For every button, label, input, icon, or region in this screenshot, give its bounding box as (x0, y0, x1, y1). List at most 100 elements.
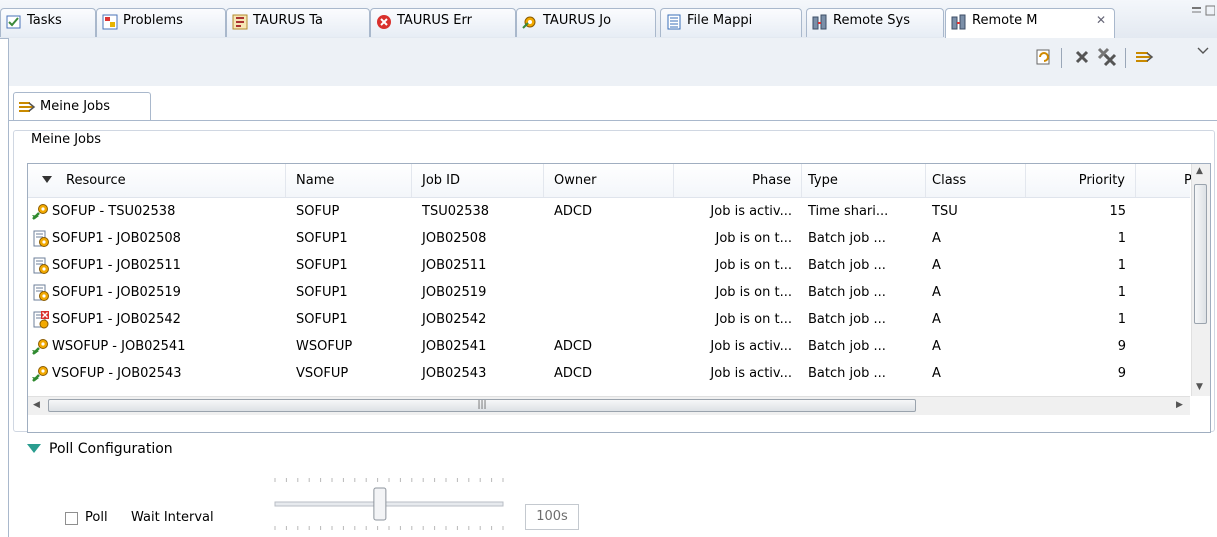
tab-taurus-jobs[interactable]: TAURUS Jo (516, 8, 656, 37)
cell-phase: Job is activ... (710, 339, 792, 354)
table-row[interactable]: SOFUP1 - JOB02542 SOFUP1 JOB02542 Job is on… (28, 306, 1190, 333)
slider-thumb[interactable] (373, 487, 387, 521)
poll-checkbox[interactable] (65, 512, 78, 525)
horizontal-scroll-thumb[interactable]: ||| (48, 399, 916, 412)
wait-interval-label: Wait Interval (131, 510, 214, 525)
tab-taurus-tasks[interactable]: TAURUS Ta (226, 8, 370, 37)
minimize-maximize-controls[interactable] (1189, 3, 1216, 19)
column-header-label: Type (808, 173, 838, 188)
cell-class: A (932, 339, 941, 354)
cell-owner (544, 279, 674, 306)
tab-remote-monitor[interactable]: Remote M ✕ (945, 8, 1115, 38)
table-row[interactable]: SOFUP1 - JOB02511 SOFUP1 JOB02511 Job is on… (28, 252, 1190, 279)
column-header-p[interactable]: P (1136, 164, 1196, 197)
poll-configuration-section[interactable]: Poll Configuration (27, 441, 173, 457)
view-content: Meine Jobs Meine Jobs Resource Name Job … (8, 86, 1217, 537)
cell-name: SOFUP1 (296, 312, 348, 327)
column-header-type[interactable]: Type (802, 164, 926, 197)
cell-resource: SOFUP1 - JOB02511 (28, 252, 286, 279)
cell-name: WSOFUP (296, 339, 353, 354)
scroll-down-icon[interactable]: ▼ (1196, 382, 1203, 392)
table-row[interactable]: SOFUP - TSU02538 SOFUP TSU02538 ADCD Job is … (28, 198, 1190, 225)
cell-owner (544, 306, 674, 333)
cell-text: SOFUP1 - JOB02542 (52, 312, 181, 327)
table-row[interactable]: SOFUP1 - JOB02508 SOFUP1 JOB02508 Job is on… (28, 225, 1190, 252)
divider (9, 120, 1217, 121)
cell-priority: 1 (1117, 285, 1126, 300)
cell-name: SOFUP1 (296, 285, 348, 300)
job-error-icon (32, 310, 50, 329)
cell-job-id: JOB02543 (422, 366, 487, 381)
tab-tasks[interactable]: Tasks (0, 8, 96, 37)
job-queued-icon (32, 230, 50, 248)
cell-phase: Job is on t... (715, 258, 792, 273)
taurus-errors-icon (375, 13, 393, 31)
column-header-resource[interactable]: Resource (28, 164, 286, 197)
table-body: SOFUP - TSU02538 SOFUP TSU02538 ADCD Job is … (28, 198, 1190, 396)
column-header-priority[interactable]: Priority (1026, 164, 1136, 197)
cell-text: SOFUP1 - JOB02508 (52, 231, 181, 246)
cell-name: SOFUP1 (296, 231, 348, 246)
wait-interval-value: 100s (525, 504, 579, 530)
table-row[interactable]: VSOFUP - JOB02543 VSOFUP JOB02543 ADCD Job i… (28, 360, 1190, 387)
tasks-icon (5, 13, 23, 31)
cell-type: Time shari... (808, 204, 889, 219)
tab-meine-jobs-label: Meine Jobs (40, 99, 111, 114)
vertical-scrollbar[interactable]: ▲ ▼ (1191, 164, 1210, 396)
slider-track (274, 501, 504, 507)
cell-text: SOFUP1 - JOB02511 (52, 258, 181, 273)
tab-taurus-errors[interactable]: TAURUS Err (370, 8, 516, 37)
poll-row: Poll Wait Interval 100s (61, 478, 661, 534)
cell-phase: Job is on t... (715, 312, 792, 327)
cell-name: VSOFUP (296, 366, 349, 381)
cell-class: A (932, 258, 941, 273)
refresh-button[interactable] (1033, 46, 1055, 68)
cell-phase: Job is activ... (710, 366, 792, 381)
cell-phase: Job is on t... (715, 285, 792, 300)
tab-meine-jobs[interactable]: Meine Jobs (13, 92, 151, 120)
job-queued-icon (32, 257, 50, 275)
column-header-label: Priority (1078, 173, 1125, 188)
job-queued-icon (32, 284, 50, 302)
expand-triangle-icon (27, 444, 41, 453)
scroll-up-icon[interactable]: ▲ (1196, 166, 1203, 176)
cell-phase: Job is activ... (710, 204, 792, 219)
tab-taurus-tasks-label: TAURUS Ta (253, 13, 324, 28)
column-header-owner[interactable]: Owner (544, 164, 674, 197)
job-active-icon (32, 338, 50, 356)
wait-interval-slider[interactable] (267, 472, 511, 532)
remove-button[interactable] (1071, 46, 1093, 68)
cell-class: A (932, 231, 941, 246)
column-header-job-id[interactable]: Job ID (412, 164, 544, 197)
column-header-label: Owner (554, 173, 597, 188)
tab-file-mapping[interactable]: File Mappi (660, 8, 802, 37)
remove-all-button[interactable] (1097, 46, 1119, 68)
scroll-left-icon[interactable]: ◀ (33, 400, 40, 410)
view-menu-button[interactable] (1195, 40, 1211, 62)
cell-priority: 15 (1109, 204, 1126, 219)
cell-job-id: JOB02519 (422, 285, 487, 300)
table-row[interactable]: SOFUP1 - JOB02519 SOFUP1 JOB02519 Job is on… (28, 279, 1190, 306)
cell-text: SOFUP - TSU02538 (52, 204, 176, 219)
column-header-label: Job ID (422, 173, 461, 188)
jobs-button[interactable] (1133, 46, 1155, 68)
cell-text: SOFUP1 - JOB02519 (52, 285, 181, 300)
tab-taurus-jobs-label: TAURUS Jo (543, 13, 612, 28)
column-header-name[interactable]: Name (286, 164, 412, 197)
tab-problems[interactable]: Problems (96, 8, 226, 37)
scroll-right-icon[interactable]: ▶ (1176, 400, 1183, 410)
cell-owner (544, 225, 674, 252)
cell-type: Batch job ... (808, 231, 886, 246)
jobs-icon (1136, 52, 1154, 62)
column-header-phase[interactable]: Phase (674, 164, 802, 197)
horizontal-scrollbar[interactable]: ◀ ||| ▶ (28, 396, 1190, 415)
table-row[interactable]: WSOFUP - JOB02541 WSOFUP JOB02541 ADCD Job i… (28, 333, 1190, 360)
column-header-class[interactable]: Class (926, 164, 1026, 197)
close-icon[interactable]: ✕ (1096, 13, 1106, 27)
tab-taurus-errors-label: TAURUS Err (397, 13, 472, 28)
vertical-scroll-thumb[interactable] (1194, 184, 1207, 324)
cell-phase: Job is on t... (715, 231, 792, 246)
cell-priority: 9 (1117, 339, 1126, 354)
cell-owner: ADCD (554, 366, 592, 381)
tab-remote-systems[interactable]: Remote Sys (806, 8, 944, 37)
